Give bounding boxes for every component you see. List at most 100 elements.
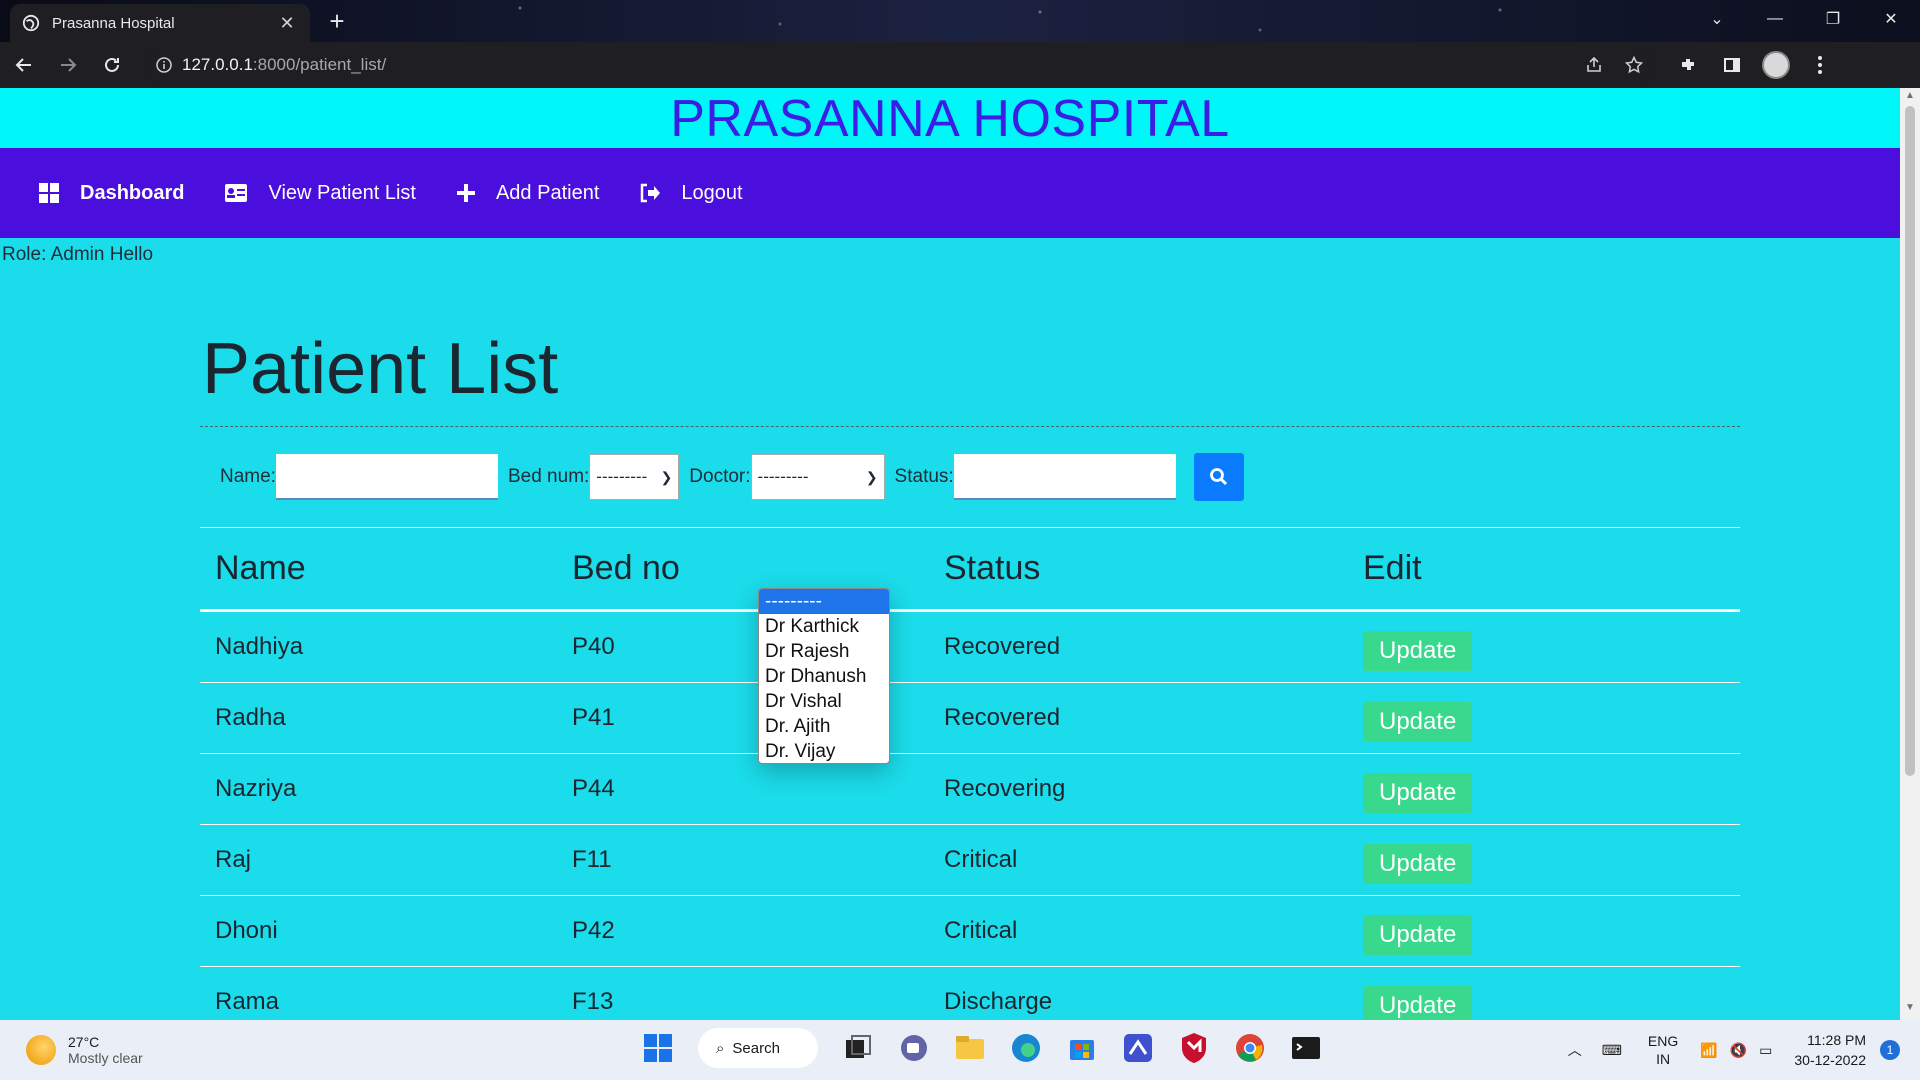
notification-badge[interactable]: 1 [1880, 1040, 1900, 1060]
reload-icon[interactable] [92, 45, 132, 85]
doctor-option[interactable]: Dr. Ajith [759, 714, 889, 739]
doctor-option[interactable]: Dr Dhanush [759, 664, 889, 689]
doctor-option[interactable]: Dr. Vijay [759, 739, 889, 763]
table-row: Raj F11 Critical Update [200, 825, 1740, 896]
search-button[interactable] [1193, 453, 1244, 501]
name-filter-label: Name: [220, 466, 276, 487]
cell-name: Dhoni [215, 917, 278, 944]
name-filter-input[interactable] [275, 454, 498, 500]
microsoft-store-icon[interactable] [1064, 1030, 1100, 1066]
doctor-option[interactable]: Dr Karthick [759, 614, 889, 639]
cell-status: Discharge [944, 988, 1053, 1015]
filter-form: Name: Bed num: --------- ❯ Doctor: -----… [200, 427, 1740, 527]
bed-filter-selected: --------- [596, 467, 648, 486]
update-button[interactable]: Update [1363, 631, 1473, 671]
search-icon [1209, 468, 1227, 486]
tab-close-icon[interactable]: ✕ [276, 13, 298, 34]
minimize-icon[interactable]: — [1746, 0, 1804, 38]
doctor-option[interactable]: Dr Vishal [759, 689, 889, 714]
taskbar-search-label: Search [732, 1039, 780, 1057]
chevron-up-icon[interactable]: ︿ [1568, 1040, 1582, 1060]
taskbar-search[interactable]: ⌕ Search [698, 1028, 818, 1068]
doctor-dropdown-list: --------- Dr Karthick Dr Rajesh Dr Dhanu… [758, 588, 890, 764]
profile-avatar[interactable] [1756, 45, 1796, 85]
chrome-browser-icon[interactable] [1232, 1030, 1268, 1066]
task-view-icon[interactable] [840, 1030, 876, 1066]
info-icon[interactable] [156, 57, 172, 73]
doctor-option[interactable]: --------- [759, 589, 889, 614]
new-tab-button[interactable]: + [320, 6, 354, 36]
share-icon[interactable] [1574, 56, 1614, 74]
nav-view-patient-list[interactable]: View Patient List [224, 182, 416, 205]
doctor-filter-selected: --------- [757, 467, 809, 486]
wifi-icon[interactable]: 📶 [1700, 1042, 1717, 1059]
bed-filter-select[interactable]: --------- ❯ [589, 454, 680, 500]
teams-chat-icon[interactable] [896, 1030, 932, 1066]
page-scrollbar[interactable]: ▲ ▼ [1900, 88, 1920, 1020]
update-button[interactable]: Update [1363, 986, 1473, 1020]
doctor-option[interactable]: Dr Rajesh [759, 639, 889, 664]
taskbar: 27°C Mostly clear ⌕ Search ︿ ⌨ ENG IN 📶 … [0, 1020, 1920, 1080]
header-name: Name [215, 549, 306, 587]
sign-out-icon [641, 183, 661, 203]
tab-search-icon[interactable]: ⌄ [1688, 0, 1746, 38]
update-button[interactable]: Update [1363, 844, 1473, 884]
table-row: Nadhiya P40 Recovered Update [200, 612, 1740, 683]
cell-edit: Update [1348, 836, 1740, 884]
terminal-icon[interactable] [1288, 1030, 1324, 1066]
url-path: :8000/patient_list/ [252, 55, 387, 74]
cell-name: Nazriya [215, 775, 297, 802]
windows-start-icon[interactable] [640, 1030, 676, 1066]
browser-tab[interactable]: Prasanna Hospital ✕ [10, 4, 310, 42]
globe-icon [22, 14, 40, 32]
lang-region: IN [1656, 1051, 1671, 1067]
update-button[interactable]: Update [1363, 915, 1473, 955]
clock-date: 30-12-2022 [1794, 1052, 1866, 1068]
url-host: 127.0.0.1 [182, 55, 253, 74]
nav-dashboard[interactable]: Dashboard [38, 182, 184, 205]
scrollbar-thumb[interactable] [1905, 106, 1915, 776]
update-button[interactable]: Update [1363, 702, 1473, 742]
cell-status: Critical [944, 917, 1018, 944]
mcafee-shield-icon[interactable] [1176, 1030, 1212, 1066]
cell-bed: P42 [572, 917, 615, 944]
nav-add-patient[interactable]: Add Patient [456, 182, 599, 205]
doctor-filter-label: Doctor: [689, 466, 751, 487]
clock[interactable]: 11:28 PM 30-12-2022 [1794, 1030, 1866, 1070]
cell-name: Radha [215, 704, 286, 731]
status-filter-input[interactable] [953, 454, 1176, 500]
update-button[interactable]: Update [1363, 773, 1473, 813]
address-bar[interactable]: 127.0.0.1:8000/patient_list/ [144, 48, 1654, 82]
scroll-down-icon[interactable]: ▼ [1900, 1002, 1920, 1018]
header-bed-no: Bed no [572, 549, 680, 587]
doctor-filter-select[interactable]: --------- ❯ [750, 454, 885, 500]
bed-filter-label: Bed num: [507, 466, 590, 487]
menu-kebab-icon[interactable] [1800, 45, 1840, 85]
weather-widget[interactable]: 27°C Mostly clear [0, 1034, 300, 1066]
cell-status: Recovered [944, 633, 1061, 660]
cell-name: Nadhiya [215, 633, 304, 660]
patient-list-section: Patient List Name: Bed num: --------- ❯ … [200, 328, 1740, 1020]
forward-icon[interactable] [48, 45, 88, 85]
edge-browser-icon[interactable] [1008, 1030, 1044, 1066]
keyboard-icon[interactable]: ⌨ [1602, 1042, 1622, 1059]
cell-edit: Update [1348, 907, 1740, 955]
nav-add-patient-label: Add Patient [495, 181, 600, 204]
nav-dashboard-label: Dashboard [80, 181, 185, 204]
file-explorer-icon[interactable] [952, 1030, 988, 1066]
extensions-icon[interactable] [1668, 45, 1708, 85]
language-indicator[interactable]: ENG IN [1648, 1032, 1678, 1068]
page-viewport: PRASANNA HOSPITAL Dashboard View Patient… [0, 88, 1900, 1020]
bookmark-star-icon[interactable] [1614, 56, 1654, 74]
restore-icon[interactable]: ❐ [1804, 0, 1862, 38]
table-row: Dhoni P42 Critical Update [200, 896, 1740, 967]
vscode-like-icon[interactable] [1120, 1030, 1156, 1066]
nav-logout[interactable]: Logout [639, 182, 743, 205]
close-window-icon[interactable]: ✕ [1862, 0, 1920, 38]
scroll-up-icon[interactable]: ▲ [1900, 90, 1920, 106]
side-panel-icon[interactable] [1712, 45, 1752, 85]
speaker-muted-icon[interactable]: 🔇 [1730, 1042, 1747, 1059]
plus-icon [456, 184, 475, 202]
back-icon[interactable] [4, 45, 44, 85]
battery-icon[interactable]: ▭ [1759, 1042, 1772, 1059]
